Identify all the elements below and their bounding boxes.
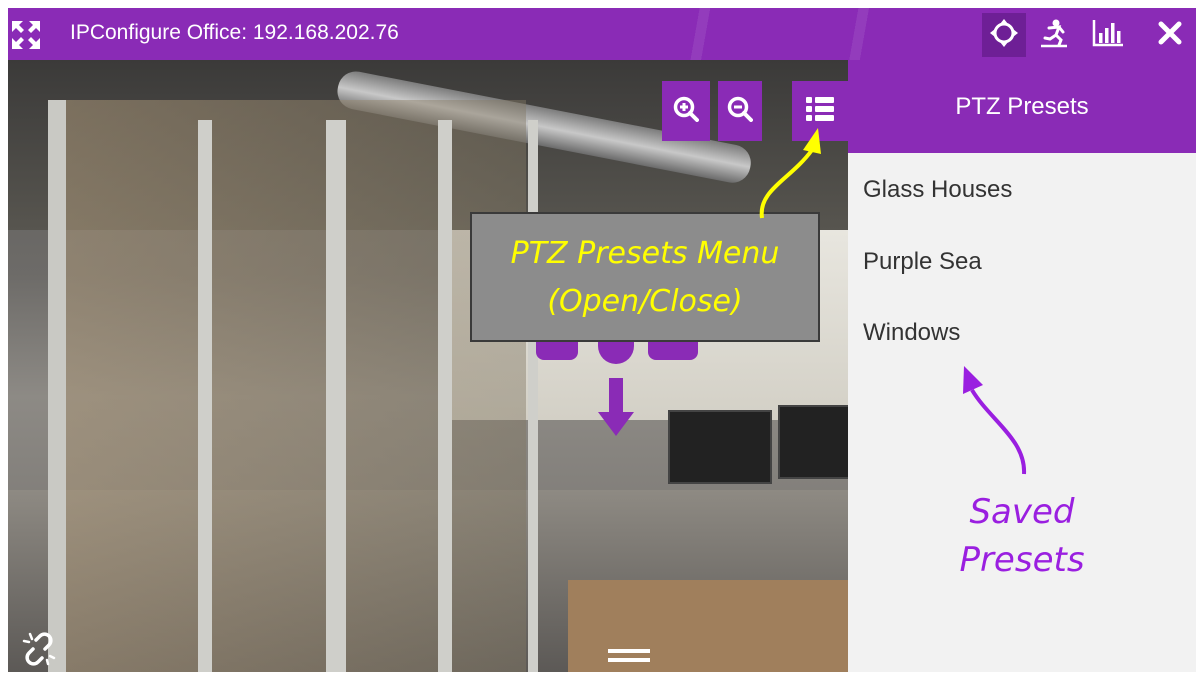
zoom-in-icon: [673, 96, 699, 127]
presets-list-icon: [806, 96, 834, 126]
ptz-presets-menu-button[interactable]: [792, 81, 848, 141]
zoom-in-button[interactable]: [662, 81, 710, 141]
zoom-out-icon: [727, 96, 753, 127]
ptz-presets-panel: PTZ Presets Glass Houses Purple Sea Wind…: [848, 60, 1196, 672]
camera-feed[interactable]: [8, 60, 848, 672]
preset-item-glass-houses[interactable]: Glass Houses: [863, 176, 1012, 204]
close-button[interactable]: [1148, 13, 1192, 57]
unlink-icon[interactable]: [22, 632, 56, 666]
callout-line-2: (Open/Close): [547, 284, 743, 319]
presets-menu-callout: PTZ Presets Menu (Open/Close): [470, 212, 820, 342]
crosshair-button[interactable]: [982, 13, 1026, 57]
title-bar: IPConfigure Office: 192.168.202.76: [8, 8, 1196, 60]
crosshair-icon: [989, 18, 1019, 53]
window-title: IPConfigure Office: 192.168.202.76: [70, 21, 399, 44]
close-icon: [1158, 21, 1182, 50]
bar-chart-icon: [1092, 19, 1124, 52]
motion-button[interactable]: [1032, 13, 1076, 57]
drag-handle-icon[interactable]: [608, 648, 650, 664]
saved-presets-label-line-2: Presets: [959, 540, 1085, 580]
preset-item-windows[interactable]: Windows: [863, 319, 960, 347]
ptz-presets-header: PTZ Presets: [848, 60, 1196, 153]
pan-down-arrow-icon[interactable]: [596, 378, 636, 438]
running-figure-icon: [1039, 18, 1069, 53]
saved-presets-label-line-1: Saved: [969, 492, 1075, 532]
stats-button[interactable]: [1086, 13, 1130, 57]
preset-item-purple-sea[interactable]: Purple Sea: [863, 248, 982, 276]
expand-icon[interactable]: [12, 21, 40, 49]
callout-line-1: PTZ Presets Menu: [510, 236, 780, 271]
zoom-out-button[interactable]: [718, 81, 762, 141]
